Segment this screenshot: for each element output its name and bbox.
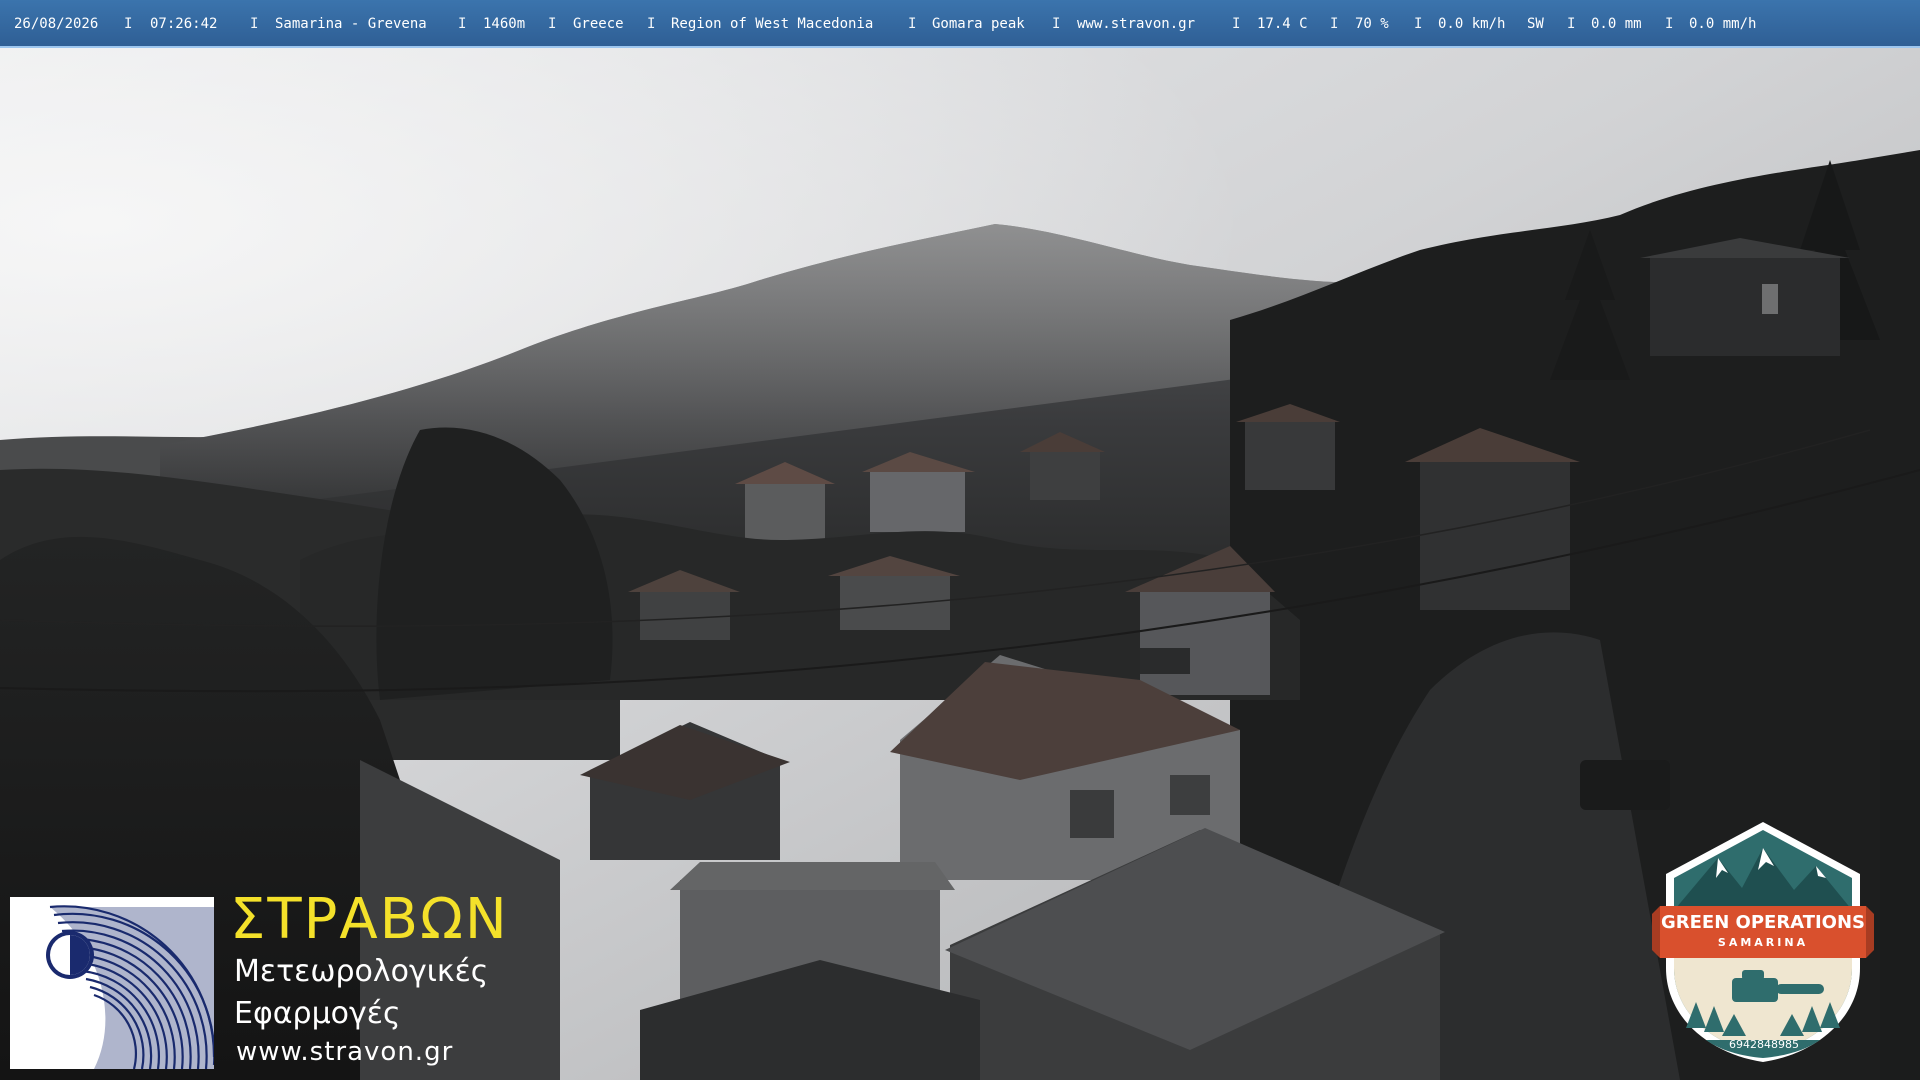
stravon-url: www.stravon.gr [236, 1037, 454, 1067]
stravon-title: ΣΤΡΑΒΩΝ [230, 887, 509, 952]
separator: I [647, 16, 656, 32]
separator: I [458, 16, 467, 32]
info-bar: 26/08/2026 I 07:26:42 I Samarina - Greve… [0, 0, 1920, 48]
altitude-text: 1460m [483, 16, 526, 32]
website-text: www.stravon.gr [1077, 16, 1196, 32]
separator: I [908, 16, 917, 32]
rain-total-text: 0.0 mm [1591, 16, 1642, 32]
stravon-logo-image [10, 897, 216, 1070]
badge-phone: 6942848985 [1729, 1038, 1799, 1051]
separator: I [1052, 16, 1061, 32]
wind-direction-text: SW [1527, 16, 1544, 32]
separator: I [1567, 16, 1576, 32]
separator: I [250, 16, 259, 32]
temperature-text: 17.4 C [1257, 16, 1308, 32]
rain-rate-text: 0.0 mm/h [1689, 16, 1757, 32]
stravon-subtitle-line1: Μετεωρολογικές [234, 954, 489, 989]
region-text: Region of West Macedonia [671, 16, 874, 32]
date-text: 26/08/2026 [14, 16, 99, 32]
country-text: Greece [573, 16, 624, 32]
separator: I [1665, 16, 1674, 32]
stravon-subtitle-line2: Εφαρμογές [234, 996, 401, 1031]
separator: I [124, 16, 133, 32]
badge-subtitle: SAMARINA [1717, 936, 1809, 949]
separator: I [1414, 16, 1423, 32]
wind-speed-text: 0.0 km/h [1438, 16, 1506, 32]
view-text: Gomara peak [932, 16, 1025, 32]
separator: I [1330, 16, 1339, 32]
time-text: 07:26:42 [150, 16, 218, 32]
humidity-text: 70 % [1355, 16, 1389, 32]
separator: I [548, 16, 557, 32]
separator: I [1232, 16, 1241, 32]
badge-title: GREEN OPERATIONS [1660, 912, 1866, 933]
location-text: Samarina - Grevena [275, 16, 427, 32]
